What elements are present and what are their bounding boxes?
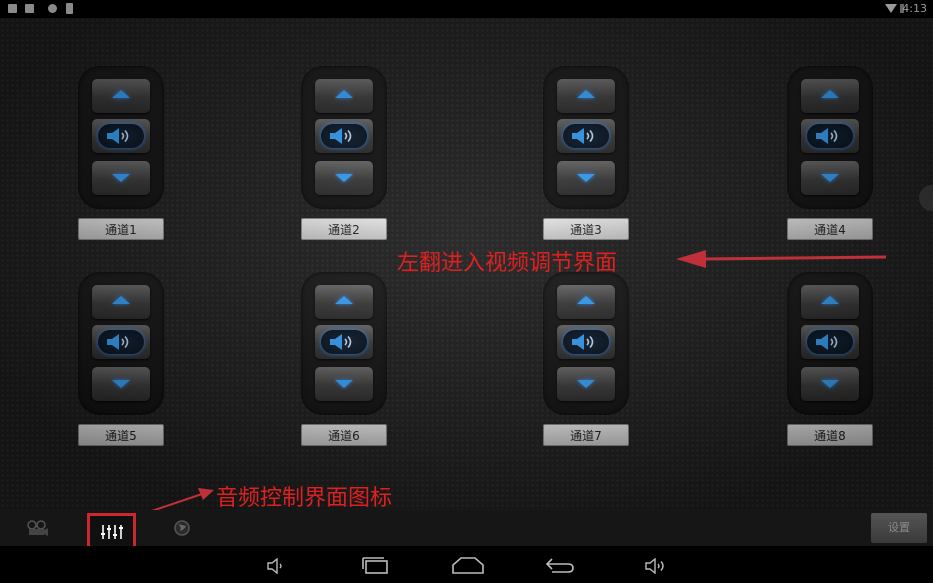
arrow-up-icon	[112, 90, 130, 98]
channel-label[interactable]: 通道1	[78, 218, 164, 240]
arrow-down-icon	[335, 380, 353, 388]
wifi-icon	[885, 4, 897, 13]
speaker-icon	[98, 124, 144, 148]
recent-apps-icon	[362, 557, 388, 574]
tab-video[interactable]	[24, 518, 50, 538]
back-nav-button[interactable]	[540, 546, 580, 583]
speaker-icon	[98, 330, 144, 354]
volume-up-button[interactable]	[557, 285, 615, 319]
mute-toggle-button[interactable]	[557, 119, 615, 153]
settings-button[interactable]: 设置	[871, 513, 927, 543]
home-icon	[452, 557, 484, 574]
channel-8: 通道8	[781, 272, 879, 449]
channel-label[interactable]: 通道5	[78, 424, 164, 446]
channel-label[interactable]: 通道2	[301, 218, 387, 240]
volume-up-button[interactable]	[315, 79, 373, 113]
arrow-down-icon	[577, 174, 595, 182]
volume-up-button[interactable]	[557, 79, 615, 113]
mute-toggle-button[interactable]	[801, 119, 859, 153]
mute-toggle-button[interactable]	[801, 325, 859, 359]
volume-down-icon	[267, 558, 282, 574]
recent-apps-nav-button[interactable]	[355, 546, 395, 583]
channel-5: 通道5	[72, 272, 170, 449]
side-drawer-handle[interactable]	[919, 185, 933, 211]
home-nav-button[interactable]	[449, 546, 489, 583]
channel-label[interactable]: 通道4	[787, 218, 873, 240]
volume-down-button[interactable]	[92, 367, 150, 401]
arrow-up-icon	[112, 296, 130, 304]
audio-icon-annotation: 音频控制界面图标	[216, 486, 393, 511]
clock: 4:13	[902, 2, 927, 15]
volume-down-button[interactable]	[557, 161, 615, 195]
volume-down-button[interactable]	[315, 367, 373, 401]
channel-6: 通道6	[295, 272, 393, 449]
tab-network[interactable]	[172, 518, 192, 538]
speaker-icon	[563, 124, 609, 148]
sd-card-notification-icon	[66, 3, 73, 14]
arrow-up-icon	[335, 296, 353, 304]
mute-toggle-button[interactable]	[315, 325, 373, 359]
arrow-down-icon	[112, 380, 130, 388]
image-notification-icon	[25, 4, 34, 13]
camera-icon	[27, 520, 48, 536]
channel-2: 通道2	[295, 66, 393, 243]
volume-up-button[interactable]	[315, 285, 373, 319]
mute-toggle-button[interactable]	[315, 119, 373, 153]
shield-notification-icon	[48, 4, 57, 13]
volume-up-button[interactable]	[92, 79, 150, 113]
speaker-icon	[807, 330, 853, 354]
arrow-down-icon	[112, 174, 130, 182]
arrow-down-icon	[335, 174, 353, 182]
arrow-up-icon	[335, 90, 353, 98]
volume-up-button[interactable]	[92, 285, 150, 319]
tab-audio[interactable]	[87, 513, 136, 549]
globe-icon	[174, 520, 190, 536]
arrow-up-icon	[821, 90, 839, 98]
volume-up-button[interactable]	[801, 79, 859, 113]
system-nav-bar	[0, 546, 933, 583]
arrow-down-icon	[577, 380, 595, 388]
speaker-icon	[321, 330, 367, 354]
volume-down-button[interactable]	[557, 367, 615, 401]
back-icon	[545, 558, 574, 573]
volume-down-button[interactable]	[801, 161, 859, 195]
swipe-hint-arrow	[676, 250, 887, 268]
arrow-down-icon	[821, 380, 839, 388]
channel-7: 通道7	[537, 272, 635, 449]
channel-label[interactable]: 通道7	[543, 424, 629, 446]
speaker-icon	[321, 124, 367, 148]
volume-up-nav-button[interactable]	[636, 546, 676, 583]
mute-toggle-button[interactable]	[92, 325, 150, 359]
arrow-up-icon	[577, 296, 595, 304]
channel-label[interactable]: 通道6	[301, 424, 387, 446]
channel-1: 通道1	[72, 66, 170, 243]
volume-down-button[interactable]	[92, 161, 150, 195]
volume-down-button[interactable]	[315, 161, 373, 195]
android-notification-icon	[8, 4, 17, 13]
arrow-up-icon	[821, 296, 839, 304]
speaker-icon	[807, 124, 853, 148]
speaker-icon	[563, 330, 609, 354]
audio-mixer-icon	[101, 525, 123, 539]
volume-down-nav-button[interactable]	[256, 546, 296, 583]
mute-toggle-button[interactable]	[92, 119, 150, 153]
swipe-hint-annotation: 左翻进入视频调节界面	[397, 251, 618, 276]
channel-label[interactable]: 通道8	[787, 424, 873, 446]
volume-down-button[interactable]	[801, 367, 859, 401]
status-bar: 4:13	[0, 0, 933, 18]
arrow-up-icon	[577, 90, 595, 98]
volume-up-button[interactable]	[801, 285, 859, 319]
bottom-tab-bar: 设置	[0, 510, 933, 549]
mute-toggle-button[interactable]	[557, 325, 615, 359]
channel-3: 通道3	[537, 66, 635, 243]
volume-up-icon	[645, 558, 664, 574]
channel-4: 通道4	[781, 66, 879, 243]
channel-label[interactable]: 通道3	[543, 218, 629, 240]
arrow-down-icon	[821, 174, 839, 182]
